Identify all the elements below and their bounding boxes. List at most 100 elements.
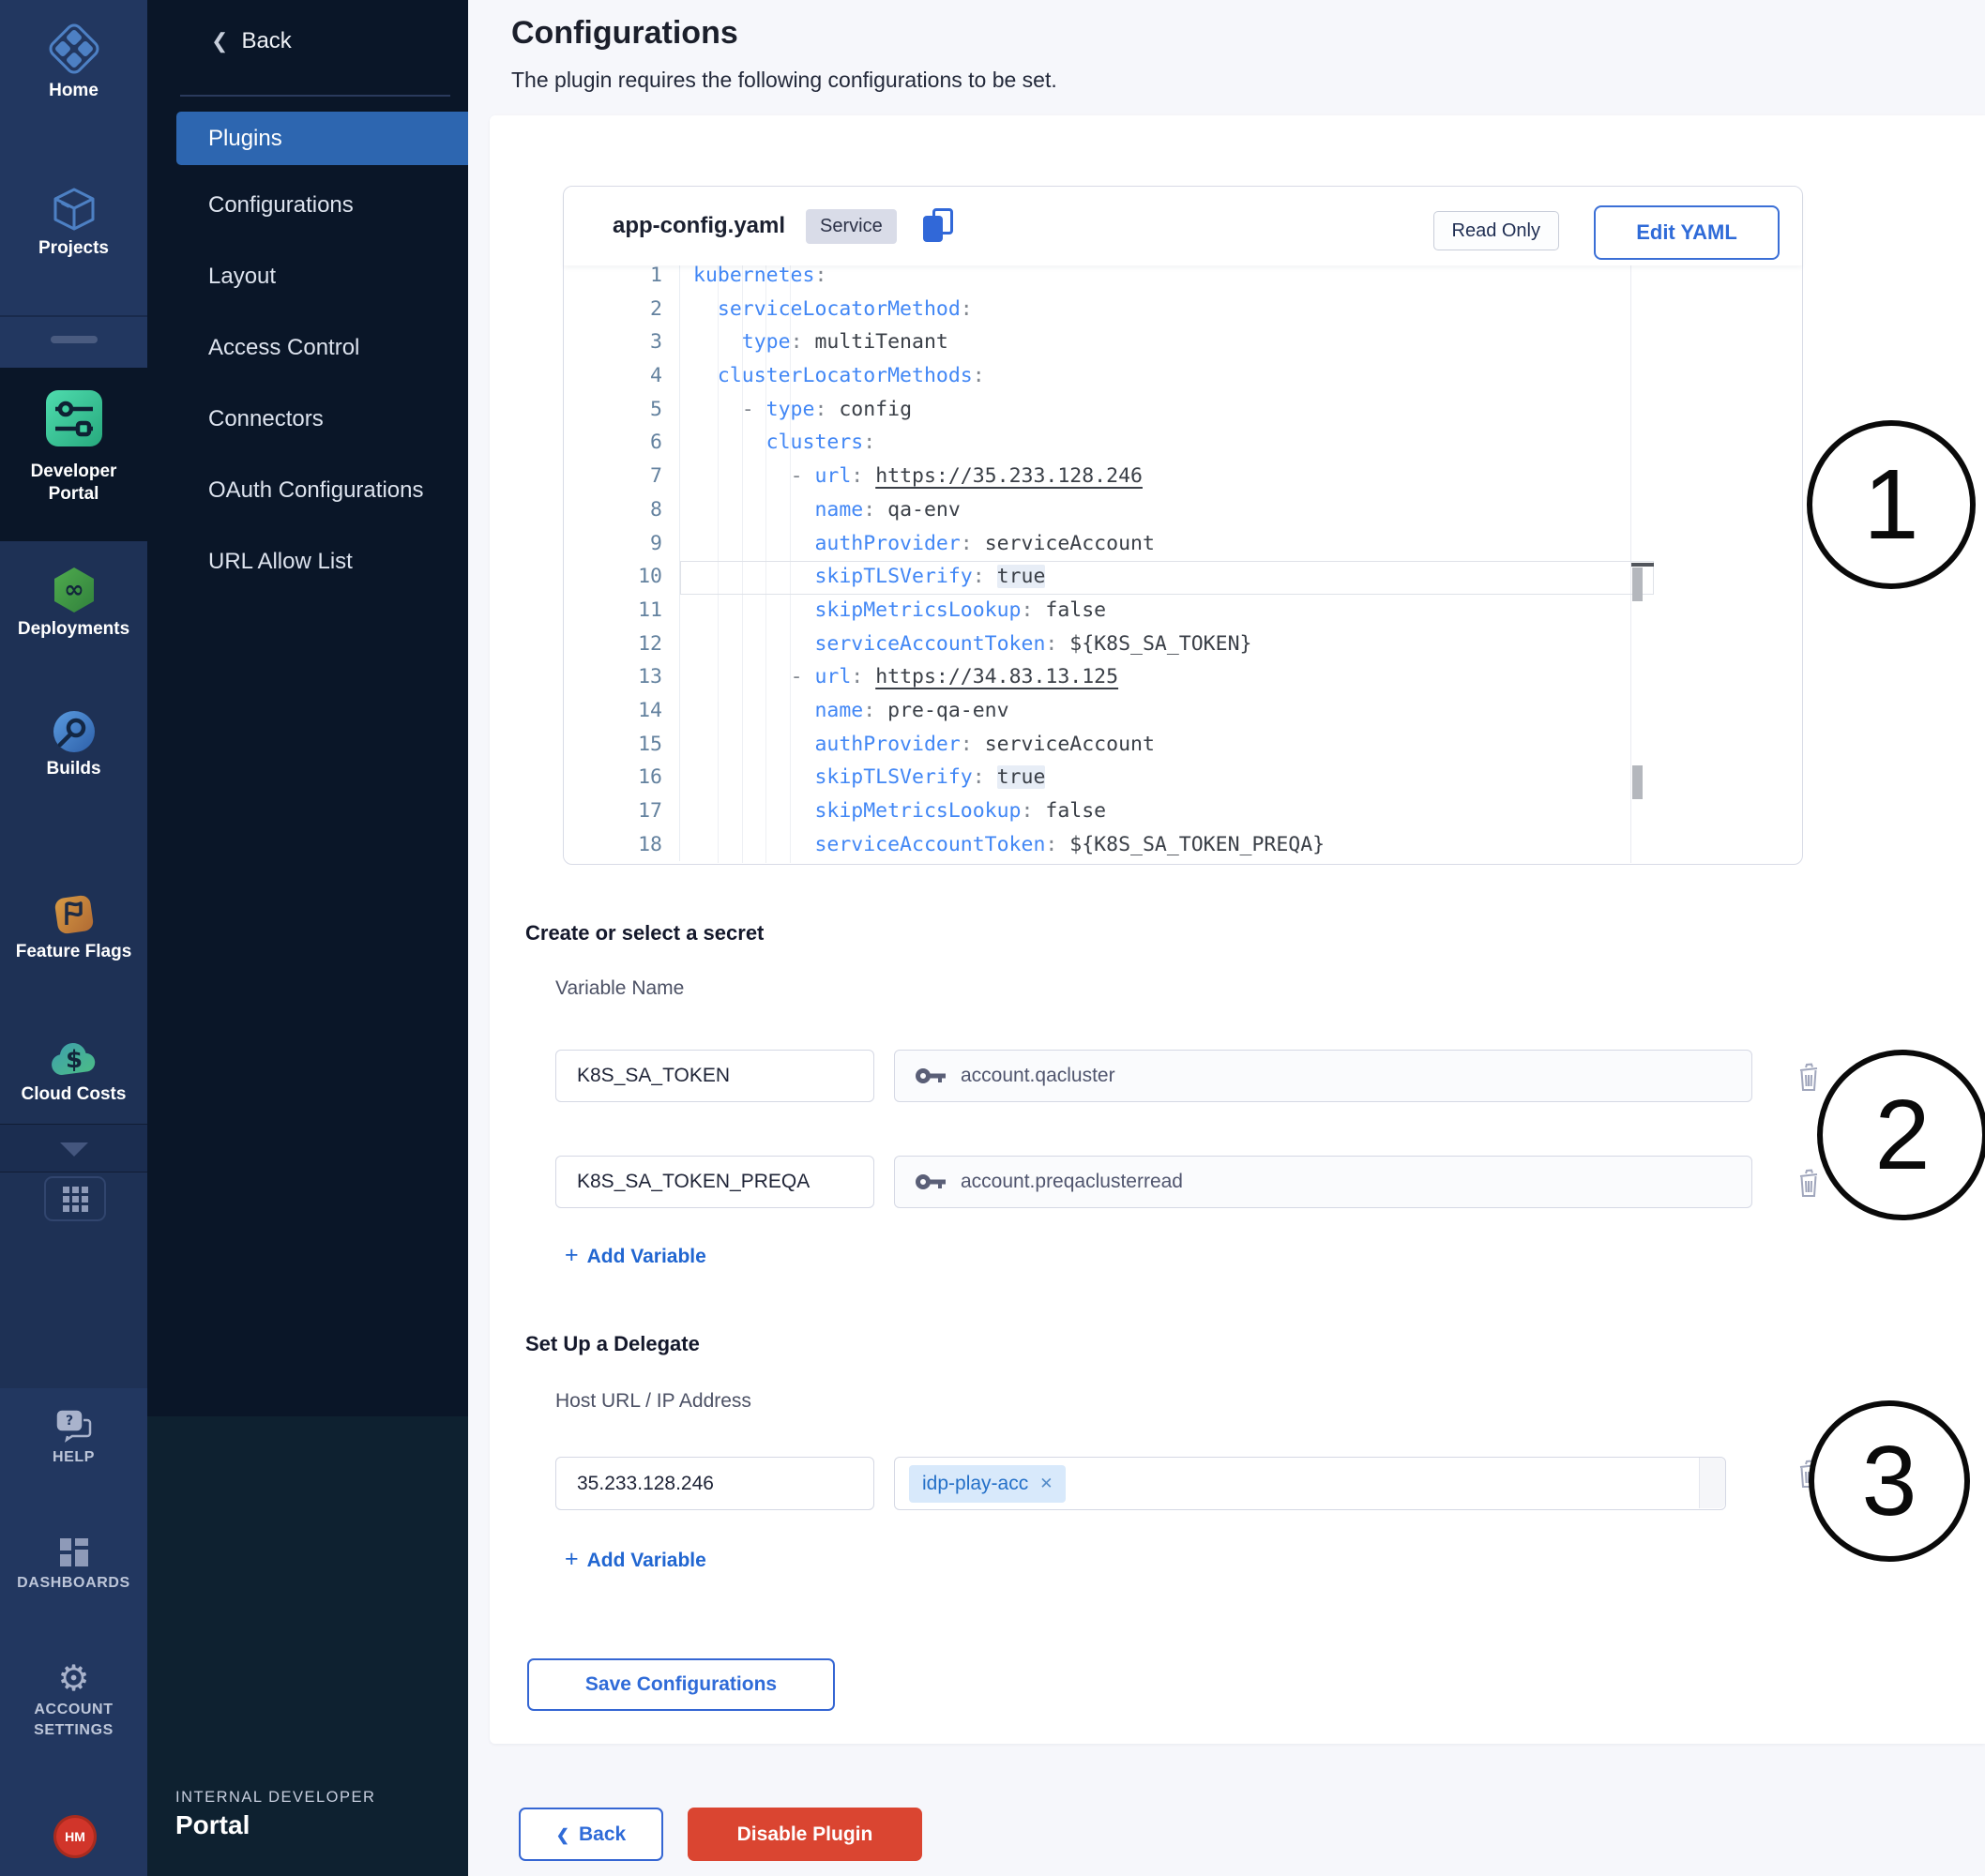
back-button[interactable]: ❮Back [519,1808,663,1861]
sidebar-label-builds: Builds [0,758,147,780]
variable-name-input-2[interactable] [555,1156,874,1208]
sidebar-label-projects: Projects [0,237,147,260]
save-configurations-button[interactable]: Save Configurations [527,1658,835,1711]
builds-icon [53,710,96,758]
line-number: 15 [564,728,680,762]
projects-cube-icon [51,186,98,237]
edit-yaml-button[interactable]: Edit YAML [1594,205,1780,260]
copy-icon[interactable] [923,208,955,244]
line-number: 4 [564,359,680,393]
chevron-left-icon: ❮ [211,29,228,53]
cursor-position-marker [1631,563,1654,567]
code-line-16: 16 skipTLSVerify: true [564,761,1801,794]
secret-select-1[interactable]: account.qacluster [894,1050,1752,1102]
nav-item-layout[interactable]: Layout [208,241,462,312]
secrets-heading: Create or select a secret [525,921,764,946]
sidebar-label-feature-flags: Feature Flags [0,941,147,963]
sidebar-item-builds[interactable]: Builds [0,710,147,780]
nav-item-access-control[interactable]: Access Control [208,312,462,384]
code-line-2: 2 serviceLocatorMethod: [564,293,1801,326]
line-number: 14 [564,694,680,728]
read-only-button[interactable]: Read Only [1433,211,1560,250]
secret-select-2[interactable]: account.preqaclusterread [894,1156,1752,1208]
code-line-5: 5 - type: config [564,393,1801,427]
sidebar-item-account-settings[interactable]: ⚙ ACCOUNT SETTINGS [0,1660,147,1741]
tags-field-scroll-zone [1699,1458,1725,1508]
deployments-icon: ∞ [51,567,98,618]
line-number: 7 [564,460,680,493]
nav-item-oauth-configurations[interactable]: OAuth Configurations [208,455,462,526]
code-line-13: 13 - url: https://34.83.13.125 [564,660,1801,694]
delegate-tag-chip: idp-play-acc ✕ [909,1465,1066,1503]
line-number: 18 [564,828,680,862]
service-badge: Service [806,209,897,244]
nav-items: ConfigurationsLayoutAccess ControlConnec… [208,170,462,598]
code-line-9: 9 authProvider: serviceAccount [564,527,1801,561]
harness-logo-icon [48,23,100,80]
sidebar-item-feature-flags[interactable]: Feature Flags [0,893,147,963]
code-line-18: 18 serviceAccountToken: ${K8S_SA_TOKEN_P… [564,828,1801,862]
annotation-circle-2: 2 [1817,1050,1985,1220]
svg-text:?: ? [65,1414,72,1429]
yaml-editor-header: app-config.yaml Service Read Only Edit Y… [564,187,1802,265]
sidebar-item-dashboards[interactable]: DASHBOARDS [0,1536,147,1594]
gear-icon: ⚙ [57,1660,89,1698]
key-icon [916,1173,947,1190]
plus-icon: + [565,1242,579,1268]
sidebar-item-deployments[interactable]: ∞ Deployments [0,567,147,641]
line-number: 10 [564,560,680,594]
sidebar-item-cloud-costs[interactable]: $ Cloud Costs [0,1039,147,1106]
delete-variable-icon-2[interactable] [1796,1167,1822,1199]
sidebar-item-projects[interactable]: Projects [0,186,147,260]
help-chat-icon: ? [55,1409,93,1447]
add-variable-label: Add Variable [587,1246,706,1267]
sidebar-label-account-settings: ACCOUNT SETTINGS [27,1700,121,1741]
scrollbar-thumb[interactable] [1632,567,1643,601]
nav-item-url-allow-list[interactable]: URL Allow List [208,526,462,598]
code-line-11: 11 skipMetricsLookup: false [564,594,1801,628]
add-variable-link[interactable]: + Add Variable [565,1242,706,1269]
sidebar-item-help[interactable]: ? HELP [0,1409,147,1468]
line-number: 3 [564,325,680,359]
secret-reference-text: account.preqaclusterread [961,1171,1183,1193]
code-line-1: 1kubernetes: [564,265,1801,293]
code-line-3: 3 type: multiTenant [564,325,1801,359]
panel-divider [180,95,450,97]
rail-modules-section [0,541,147,1388]
back-nav-label: Back [241,28,291,53]
collapse-handle-icon[interactable] [51,336,98,343]
host-url-input[interactable] [555,1457,874,1510]
back-nav[interactable]: ❮ Back [211,28,292,54]
nav-item-configurations[interactable]: Configurations [208,170,462,241]
nav-item-plugins[interactable]: Plugins [176,112,468,165]
back-button-label: Back [579,1823,626,1845]
key-icon [916,1067,947,1084]
svg-text:$: $ [65,1046,82,1074]
code-line-10: 10 skipTLSVerify: true [564,560,1801,594]
module-rail: Home Projects [0,0,147,1876]
sidebar-item-developer-portal[interactable]: Developer Portal [0,388,147,506]
avatar[interactable]: HM [56,1818,94,1855]
nav-item-connectors[interactable]: Connectors [208,384,462,455]
code-lines: 1kubernetes:2 serviceLocatorMethod:3 typ… [564,265,1801,861]
line-number: 6 [564,426,680,460]
scrollbar-mark[interactable] [1632,765,1643,799]
code-line-17: 17 skipMetricsLookup: false [564,794,1801,828]
remove-tag-icon[interactable]: ✕ [1039,1475,1053,1493]
sidebar-label-help: HELP [0,1447,147,1468]
delegate-tags-field[interactable]: idp-play-acc ✕ [894,1457,1726,1510]
dashboards-icon [58,1536,90,1573]
sidebar-label-home: Home [0,80,147,102]
cloud-costs-icon: $ [50,1039,98,1083]
brand-line2: Portal [175,1810,375,1840]
variable-name-input-1[interactable] [555,1050,874,1102]
disable-plugin-button[interactable]: Disable Plugin [688,1808,922,1861]
sidebar-item-home[interactable]: Home [0,23,147,102]
line-number: 1 [564,265,680,293]
host-url-label: Host URL / IP Address [555,1390,751,1413]
module-picker-button[interactable] [44,1176,106,1221]
delete-variable-icon-1[interactable] [1796,1061,1822,1093]
chevron-down-icon[interactable] [60,1142,88,1157]
variable-name-label: Variable Name [555,977,684,1000]
add-delegate-link[interactable]: +Add Variable [565,1546,706,1573]
